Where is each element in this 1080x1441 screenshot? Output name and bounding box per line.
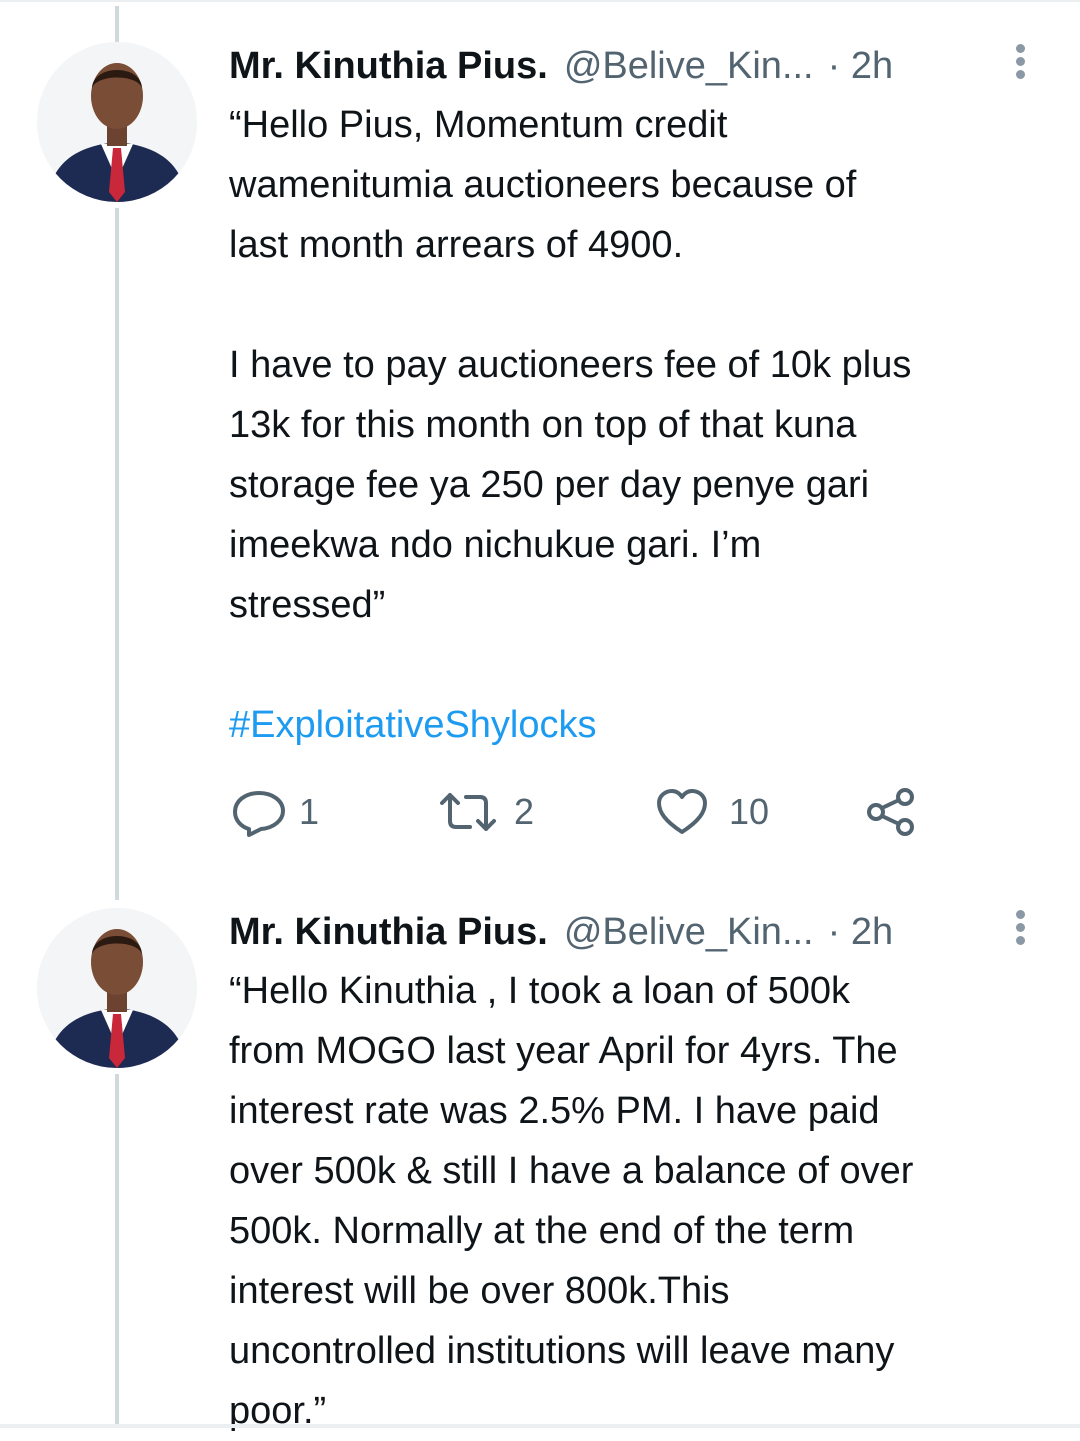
reply-icon (233, 791, 285, 837)
tweet-header: Mr. Kinuthia Pius. @Belive_Kin... · 2h (229, 904, 989, 960)
tweet-header: Mr. Kinuthia Pius. @Belive_Kin... · 2h (229, 38, 989, 94)
avatar[interactable] (37, 908, 197, 1068)
text-line: wamenitumia auctioneers because of (229, 164, 857, 206)
tweet-text: “Hello Pius, Momentum credit wamenitumia… (229, 95, 1059, 755)
text-line: from MOGO last year April for 4yrs. The (229, 1030, 898, 1072)
reply-count: 1 (299, 791, 320, 832)
like-count: 10 (729, 791, 770, 832)
text-line: imeekwa ndo nichukue gari. I’m (229, 524, 762, 566)
text-line: over 500k & still I have a balance of ov… (229, 1150, 914, 1192)
retweet-button[interactable]: 2 (436, 782, 534, 842)
author-name[interactable]: Mr. Kinuthia Pius. (229, 904, 548, 960)
bottom-divider (0, 1424, 1080, 1428)
tweet-text: “Hello Kinuthia , I took a loan of 500k … (229, 961, 1059, 1441)
top-divider (0, 0, 1080, 2)
author-handle[interactable]: @Belive_Kin... (564, 38, 814, 94)
author-name[interactable]: Mr. Kinuthia Pius. (229, 38, 548, 94)
like-button[interactable]: 10 (655, 782, 769, 842)
reply-button[interactable]: 1 (229, 782, 319, 842)
text-line: last month arrears of 4900. (229, 224, 684, 266)
heart-icon (657, 789, 707, 834)
thread-line-middle (115, 208, 119, 900)
text-line: uncontrolled institutions will leave man… (229, 1330, 895, 1372)
avatar-image (37, 42, 197, 202)
hashtag-link[interactable]: #ExploitativeShylocks (229, 704, 597, 746)
text-line: interest rate was 2.5% PM. I have paid (229, 1090, 880, 1132)
retweet-icon (440, 793, 496, 831)
text-line: storage fee ya 250 per day penye gari (229, 464, 870, 506)
timestamp[interactable]: · 2h (828, 904, 893, 960)
more-options-icon[interactable] (1006, 40, 1034, 90)
share-button[interactable] (865, 782, 917, 842)
text-line: stressed” (229, 584, 386, 626)
text-line: “Hello Kinuthia , I took a loan of 500k (229, 970, 851, 1012)
avatar-image (37, 908, 197, 1068)
thread-line-bottom (115, 1074, 119, 1428)
text-line: 500k. Normally at the end of the term (229, 1210, 855, 1252)
text-line: “Hello Pius, Momentum credit (229, 104, 728, 146)
more-options-icon[interactable] (1006, 906, 1034, 956)
thread-line-top (115, 6, 119, 42)
text-line: interest will be over 800k.This (229, 1270, 730, 1312)
avatar[interactable] (37, 42, 197, 202)
text-line: I have to pay auctioneers fee of 10k plu… (229, 344, 912, 386)
text-line: poor.” (229, 1390, 327, 1432)
author-handle[interactable]: @Belive_Kin... (564, 904, 814, 960)
retweet-count: 2 (514, 791, 535, 832)
text-line: 13k for this month on top of that kuna (229, 404, 857, 446)
share-icon (867, 788, 914, 836)
tweet-actions: 1 2 10 (229, 782, 929, 842)
timestamp[interactable]: · 2h (828, 38, 893, 94)
